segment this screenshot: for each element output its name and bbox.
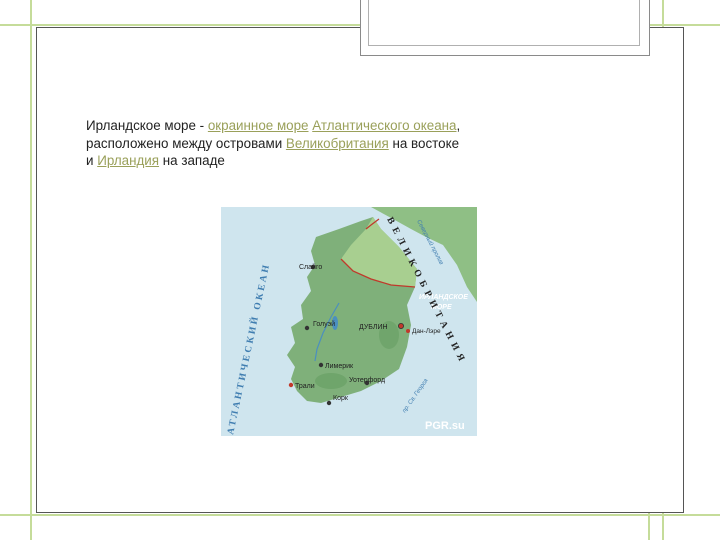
label-galway: Голуэй [313,320,335,328]
decor-line [30,0,32,540]
text-fragment: расположено между островами [86,135,286,151]
watermark: PGR.su [425,420,465,432]
city-marker-dun-laoghaire [406,329,410,333]
text-fragment: Ирландское море - [86,118,208,133]
decor-line [0,514,720,516]
title-tab-inner [368,0,640,46]
label-dun-laoghaire: Дан-Лэре [412,328,441,335]
label-sligo: Слайго [299,263,322,271]
text-fragment: и [86,153,98,168]
map-svg: Слайго Голуэй ДУБЛИН Дан-Лэре Лимерик Тр… [221,207,477,436]
link-atlantic-ocean[interactable]: Атлантического океана [312,118,456,133]
label-limerick: Лимерик [325,363,354,370]
link-great-britain[interactable]: Великобритания [286,136,389,151]
text-fragment: на западе [159,153,225,168]
text-line-1: Ирландское море - окраинное море Атланти… [86,117,556,135]
label-waterford: Уотерфорд [349,377,385,384]
city-marker-dublin [397,323,404,330]
city-marker-cork [326,400,332,406]
body-text: Ирландское море - окраинное море Атланти… [86,117,556,170]
city-marker-tralee [288,382,294,388]
city-marker-limerick [318,362,324,368]
text-fragment: на востоке [388,135,460,151]
text-line-2: расположено между островами Великобритан… [86,135,556,153]
label-dublin: ДУБЛИН [359,324,388,331]
link-ireland[interactable]: Ирландия [97,153,159,168]
ireland-map: Слайго Голуэй ДУБЛИН Дан-Лэре Лимерик Тр… [221,207,477,436]
city-marker-galway [304,325,310,331]
text-line-3: и Ирландия на западе [86,152,556,170]
label-cork: Корк [333,395,349,402]
relief-shading [315,373,347,389]
link-marginal-sea[interactable]: окраинное море [208,118,309,133]
label-tralee: Трали [295,383,315,390]
text-fragment: , [456,118,461,133]
